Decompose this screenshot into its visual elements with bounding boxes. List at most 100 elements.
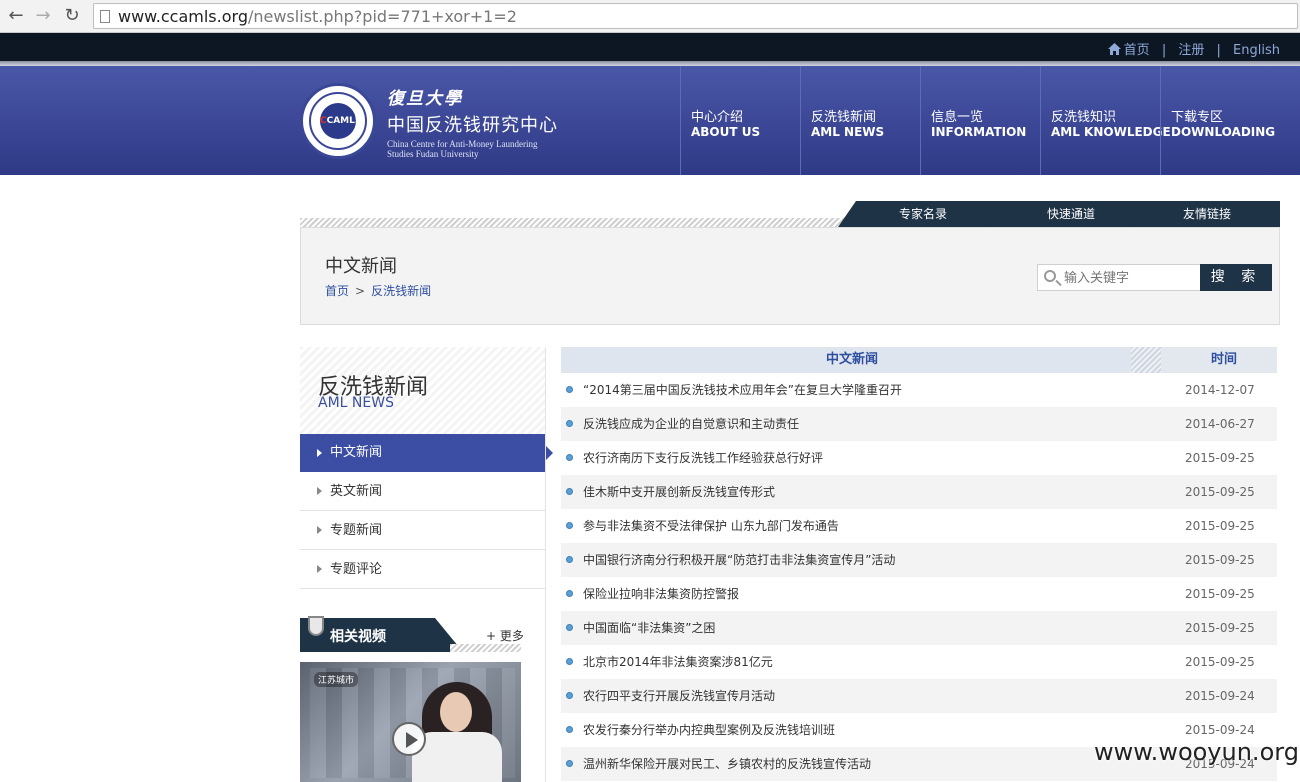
bullet-icon [566,726,573,733]
news-list-header: 中文新闻 时间 [561,347,1277,373]
site-header: CCAMLS 復旦大學 中国反洗钱研究中心 China Centre for A… [0,66,1300,175]
home-icon [1107,43,1121,55]
news-row[interactable]: 反洗钱应成为企业的自觉意识和主动责任 2014-06-27 [561,407,1277,441]
nav-aml-knowledge[interactable]: 反洗钱知识 AML KNOWLEDGE [1040,66,1171,175]
news-list: “2014第三届中国反洗钱技术应用年会”在复旦大学隆重召开 2014-12-07 反… [561,373,1277,781]
tab-quick-access[interactable]: 快速通道 [986,201,1156,227]
news-date: 2015-09-25 [1185,587,1255,601]
tab-experts[interactable]: 专家名录 [838,201,1008,227]
bullet-icon [566,658,573,665]
news-date: 2015-09-25 [1185,621,1255,635]
channel-logo: 江苏城市 [314,672,359,687]
news-title[interactable]: 中国银行济南分行积极开展“防范打击非法集资宣传月”活动 [583,543,895,577]
url-text[interactable]: www.ccamls.org/newslist.php?pid=771+xor+… [118,7,517,26]
sidebar-heading: 反洗钱新闻 AML NEWS [300,347,546,434]
reload-icon[interactable]: ↻ [62,6,82,26]
sidebar-item-topic-news[interactable]: 专题新闻 [300,511,546,550]
nav-downloading[interactable]: 下载专区 DOWNLOADING [1160,66,1280,175]
news-row[interactable]: 中国面临“非法集资”之困 2015-09-25 [561,611,1277,645]
logo-seal[interactable]: CCAMLS [300,83,376,159]
nav-aml-news[interactable]: 反洗钱新闻 AML NEWS [800,66,920,175]
decorative-stripes [300,218,845,227]
news-row[interactable]: 农行四平支行开展反洗钱宣传月活动 2015-09-24 [561,679,1277,713]
search-button[interactable]: 搜 索 [1200,264,1272,291]
bullet-icon [566,454,573,461]
column-time: 时间 [1210,352,1237,367]
bullet-icon [566,556,573,563]
top-utility-bar: 首页 | 注册 | English [0,33,1300,61]
video-title: 相关视频 [330,629,386,645]
sidebar-item-chinese-news[interactable]: 中文新闻 [300,434,553,472]
play-icon[interactable] [392,722,426,756]
logo-text[interactable]: 復旦大學 中国反洗钱研究中心 China Centre for Anti-Mon… [387,84,558,159]
news-title[interactable]: 佳木斯中支开展创新反洗钱宣传形式 [583,475,775,509]
news-title[interactable]: 中国面临“非法集资”之困 [583,611,715,645]
column-title: 中文新闻 [561,347,1143,373]
news-title[interactable]: 反洗钱应成为企业的自觉意识和主动责任 [583,407,799,441]
news-title[interactable]: 保险业拉响非法集资防控警报 [583,577,739,611]
news-title[interactable]: 农行四平支行开展反洗钱宣传月活动 [583,679,775,713]
news-title[interactable]: 参与非法集资不受法律保护 山东九部门发布通告 [583,509,839,543]
bullet-icon [566,590,573,597]
news-date: 2014-06-27 [1185,417,1255,431]
news-title[interactable]: 温州新华保险开展对民工、乡镇农村的反洗钱宣传活动 [583,747,871,781]
news-date: 2014-12-07 [1185,383,1255,397]
bullet-icon [566,760,573,767]
tab-friend-links[interactable]: 友情链接 [1134,201,1280,227]
forward-icon[interactable]: → [33,6,53,26]
news-title[interactable]: 农发行秦分行举办内控典型案例及反洗钱培训班 [583,713,835,747]
english-link[interactable]: English [1233,43,1280,58]
bullet-icon [566,522,573,529]
news-title[interactable]: “2014第三届中国反洗钱技术应用年会”在复旦大学隆重召开 [583,373,902,407]
page-icon [100,10,110,23]
news-row[interactable]: 佳木斯中支开展创新反洗钱宣传形式 2015-09-25 [561,475,1277,509]
video-thumbnail[interactable]: 江苏城市 [300,662,521,782]
watermark: www.wooyun.org [1094,738,1299,766]
caret-right-icon [317,487,322,495]
bullet-icon [566,624,573,631]
caret-right-icon [317,565,322,573]
news-title[interactable]: 农行济南历下支行反洗钱工作经验获总行好评 [583,441,823,475]
news-row[interactable]: 农行济南历下支行反洗钱工作经验获总行好评 2015-09-25 [561,441,1277,475]
breadcrumb-current[interactable]: 反洗钱新闻 [371,284,431,298]
bullet-icon [566,488,573,495]
news-row[interactable]: 保险业拉响非法集资防控警报 2015-09-25 [561,577,1277,611]
news-date: 2015-09-25 [1185,451,1255,465]
nav-about[interactable]: 中心介绍 ABOUT US [680,66,800,175]
news-row[interactable]: 参与非法集资不受法律保护 山东九部门发布通告 2015-09-25 [561,509,1277,543]
divider [545,347,546,782]
bullet-icon [566,386,573,393]
sidebar-item-topic-comment[interactable]: 专题评论 [300,550,546,589]
bullet-icon [566,420,573,427]
title-panel: 中文新闻 首页>反洗钱新闻 搜 索 [300,227,1280,325]
caret-right-icon [317,526,322,534]
register-link[interactable]: 注册 [1178,43,1204,58]
news-date: 2015-09-25 [1185,655,1255,669]
news-date: 2015-09-25 [1185,553,1255,567]
breadcrumb: 首页 > 反洗钱新闻 [325,284,432,298]
bullet-icon [566,692,573,699]
home-link[interactable]: 首页 [1124,43,1150,58]
search-input[interactable] [1064,268,1198,288]
page-title: 中文新闻 [325,256,397,277]
browser-toolbar: ← → ↻ www.ccamls.org/newslist.php?pid=77… [0,0,1300,33]
logo-en-name: China Centre for Anti-Money Laundering St… [387,139,538,159]
sidebar-item-english-news[interactable]: 英文新闻 [300,472,546,511]
nav-information[interactable]: 信息一览 INFORMATION [920,66,1040,175]
logo-script: 復旦大學 [387,89,463,109]
address-bar[interactable]: www.ccamls.org/newslist.php?pid=771+xor+… [93,3,1298,29]
news-title[interactable]: 北京市2014年非法集资案涉81亿元 [583,645,773,679]
video-section-header: 相关视频 + 更多 [300,616,524,652]
news-date: 2015-09-25 [1185,485,1255,499]
shield-icon [308,616,324,636]
news-row[interactable]: 中国银行济南分行积极开展“防范打击非法集资宣传月”活动 2015-09-25 [561,543,1277,577]
search-box [1037,264,1201,291]
search-icon [1044,270,1056,282]
breadcrumb-home[interactable]: 首页 [325,284,349,298]
more-videos-link[interactable]: + 更多 [486,627,524,644]
news-row[interactable]: “2014第三届中国反洗钱技术应用年会”在复旦大学隆重召开 2014-12-07 [561,373,1277,407]
news-date: 2015-09-24 [1185,689,1255,703]
back-icon[interactable]: ← [6,6,26,26]
caret-right-icon [317,449,322,457]
news-row[interactable]: 北京市2014年非法集资案涉81亿元 2015-09-25 [561,645,1277,679]
